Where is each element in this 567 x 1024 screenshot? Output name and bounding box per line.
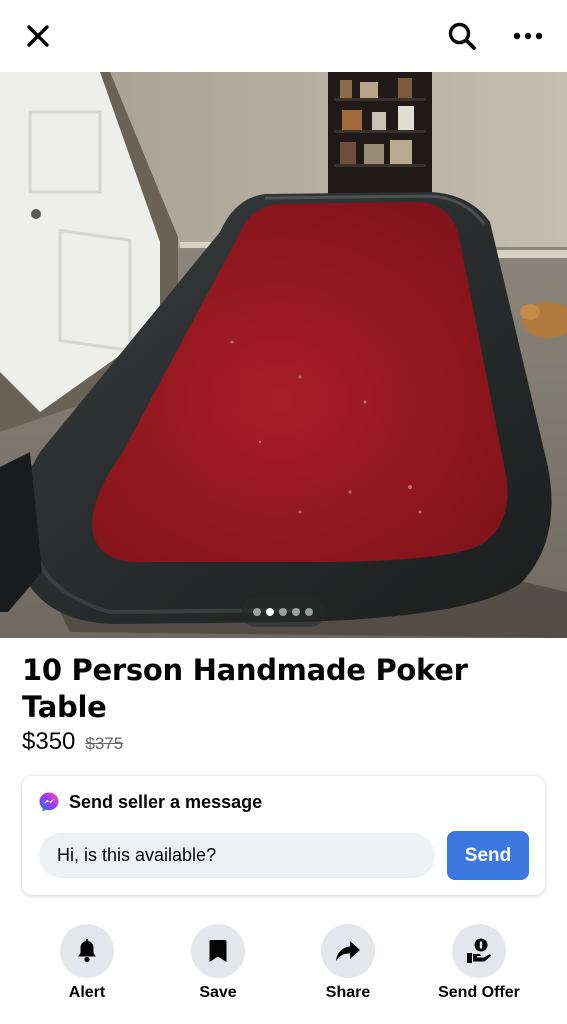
close-icon (27, 25, 49, 47)
more-icon (513, 32, 543, 40)
close-button[interactable] (16, 14, 60, 58)
share-arrow-icon (336, 941, 360, 961)
price-row: $350 $375 (22, 728, 123, 760)
alert-circle (60, 924, 114, 978)
listing-photo[interactable] (0, 72, 567, 638)
listing-title: 10 Person Handmade Poker Table (22, 653, 468, 724)
message-input[interactable]: Hi, is this available? (39, 833, 435, 878)
share-circle (321, 924, 375, 978)
save-circle (191, 924, 245, 978)
listing-price: $350 (22, 728, 76, 755)
pager-dot (253, 608, 261, 616)
top-bar (0, 0, 567, 72)
save-label: Save (199, 984, 237, 1001)
send-offer-circle (452, 924, 506, 978)
pager-dot-active (266, 608, 274, 616)
bookmark-icon (209, 940, 227, 962)
message-heading: Send seller a message (38, 791, 262, 813)
message-seller-card: Send seller a message Hi, is this availa… (22, 776, 545, 895)
pager-dot (305, 608, 313, 616)
messenger-icon (39, 792, 59, 812)
alert-button[interactable]: Alert (22, 920, 152, 1020)
pager-dot (279, 608, 287, 616)
search-button[interactable] (440, 14, 484, 58)
action-bar: Alert Save Share Send Offer (0, 920, 567, 1020)
listing-page: 10 Person Handmade Poker Table $350 $375… (0, 0, 567, 1024)
alert-label: Alert (68, 984, 106, 1001)
share-button[interactable]: Share (283, 920, 413, 1020)
offer-hand-icon (467, 938, 491, 963)
send-offer-label: Send Offer (438, 984, 520, 1001)
share-label: Share (325, 984, 371, 1001)
original-price: $375 (85, 734, 124, 753)
photo-pager[interactable] (241, 597, 325, 627)
save-button[interactable]: Save (153, 920, 283, 1020)
pager-dot (292, 608, 300, 616)
search-icon (448, 22, 476, 50)
send-button[interactable]: Send (447, 831, 529, 880)
send-offer-button[interactable]: Send Offer (414, 920, 544, 1020)
poker-table-photo (0, 72, 567, 638)
more-options-button[interactable] (506, 14, 550, 58)
message-heading-label: Send seller a message (69, 791, 263, 812)
bell-icon (78, 939, 96, 963)
